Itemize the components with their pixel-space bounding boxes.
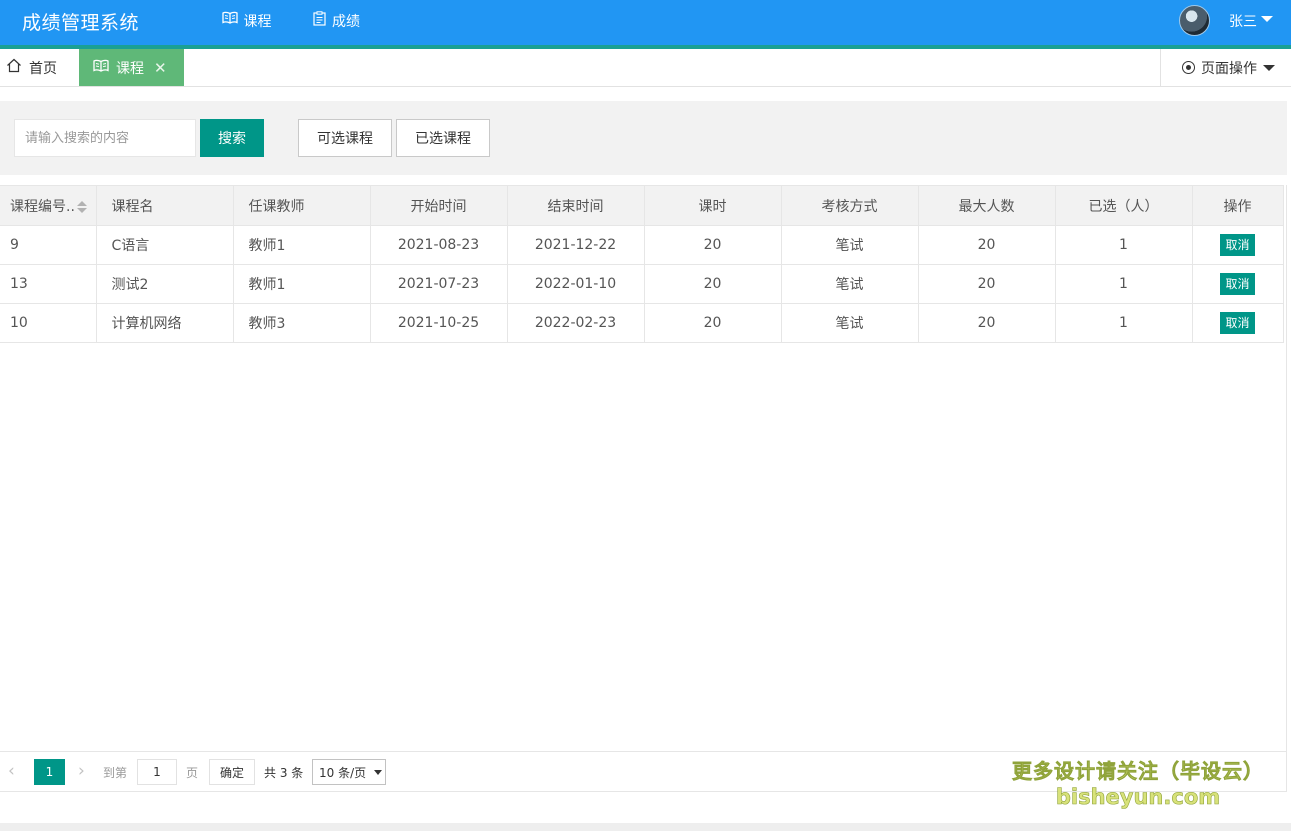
cell-course-id: 9: [0, 225, 97, 265]
watermark-line-1: 更多设计请关注（毕设云）: [1012, 759, 1264, 784]
cell-assessment: 笔试: [781, 303, 919, 343]
column-header-end-date: 结束时间: [507, 185, 645, 226]
caret-down-icon[interactable]: [1261, 16, 1273, 22]
watermark: 更多设计请关注（毕设云） bisheyun.com: [1008, 755, 1268, 810]
cell-max-students: 20: [918, 225, 1056, 265]
tab-label: 课程: [116, 60, 144, 77]
cell-end-date: 2022-02-23: [507, 303, 645, 343]
nav-item-courses[interactable]: 课程: [202, 0, 291, 49]
total-count: 共 3 条: [264, 766, 304, 780]
selected-courses-button[interactable]: 已选课程: [396, 119, 490, 157]
table-row: 13 测试2 教师1 2021-07-23 2022-01-10 20 笔试 2…: [0, 264, 1284, 304]
cell-course-id: 10: [0, 303, 97, 343]
cell-selected-count: 1: [1055, 225, 1193, 265]
nav-item-label: 成绩: [332, 14, 360, 30]
page-suffix-label: 页: [186, 766, 199, 780]
column-header-teacher: 任课教师: [233, 185, 371, 226]
cell-hours: 20: [644, 303, 782, 343]
page-operations-dropdown[interactable]: 页面操作: [1160, 49, 1291, 86]
column-header-hours: 课时: [644, 185, 782, 226]
cancel-button[interactable]: 取消: [1220, 234, 1255, 256]
cell-course-name: C语言: [96, 225, 234, 265]
search-button[interactable]: 搜索: [200, 119, 264, 157]
goto-page-input[interactable]: [137, 759, 177, 785]
search-toolbar: 搜索 可选课程 已选课程: [0, 101, 1287, 175]
target-icon: [1182, 61, 1195, 74]
cell-end-date: 2022-01-10: [507, 264, 645, 304]
bottom-bar: [0, 823, 1291, 831]
column-header-course-id[interactable]: 课程编号..: [0, 185, 97, 226]
cell-start-date: 2021-08-23: [370, 225, 508, 265]
cell-selected-count: 1: [1055, 303, 1193, 343]
column-header-assessment: 考核方式: [781, 185, 919, 226]
cell-assessment: 笔试: [781, 264, 919, 304]
table-row: 10 计算机网络 教师3 2021-10-25 2022-02-23 20 笔试…: [0, 303, 1284, 343]
book-open-icon: [93, 59, 109, 76]
page-operations-label: 页面操作: [1201, 60, 1257, 77]
cell-start-date: 2021-10-25: [370, 303, 508, 343]
cell-actions: 取消: [1192, 303, 1284, 343]
cell-teacher: 教师3: [233, 303, 371, 343]
cell-actions: 取消: [1192, 225, 1284, 265]
cell-end-date: 2021-12-22: [507, 225, 645, 265]
course-table: 课程编号.. 课程名 任课教师 开始时间 结束时间 课时 考核方式 最大人数 已…: [0, 185, 1284, 343]
page-number-current[interactable]: 1: [34, 759, 65, 785]
course-table-container: 课程编号.. 课程名 任课教师 开始时间 结束时间 课时 考核方式 最大人数 已…: [0, 185, 1287, 792]
table-header-row: 课程编号.. 课程名 任课教师 开始时间 结束时间 课时 考核方式 最大人数 已…: [0, 185, 1284, 226]
column-header-actions: 操作: [1192, 185, 1284, 226]
cell-assessment: 笔试: [781, 225, 919, 265]
cancel-button[interactable]: 取消: [1220, 273, 1255, 295]
nav-item-grades[interactable]: 成绩: [299, 0, 374, 49]
caret-down-icon: [1263, 64, 1275, 71]
cell-teacher: 教师1: [233, 264, 371, 304]
table-row: 9 C语言 教师1 2021-08-23 2021-12-22 20 笔试 20…: [0, 225, 1284, 265]
cell-teacher: 教师1: [233, 225, 371, 265]
cell-hours: 20: [644, 225, 782, 265]
avatar[interactable]: [1179, 5, 1210, 36]
close-icon[interactable]: ✕: [154, 59, 167, 77]
user-name[interactable]: 张三: [1229, 11, 1257, 31]
cell-max-students: 20: [918, 303, 1056, 343]
tab-home[interactable]: 首页: [0, 49, 79, 86]
sort-icon[interactable]: [76, 200, 87, 213]
clipboard-icon: [313, 11, 326, 30]
caret-down-icon: [374, 769, 383, 775]
search-input[interactable]: [14, 119, 196, 157]
cell-course-id: 13: [0, 264, 97, 304]
tab-label: 首页: [29, 60, 57, 77]
page-size-select[interactable]: 10 条/页: [312, 759, 386, 785]
book-open-icon: [221, 11, 238, 28]
cell-actions: 取消: [1192, 264, 1284, 304]
cell-start-date: 2021-07-23: [370, 264, 508, 304]
column-header-start-date: 开始时间: [370, 185, 508, 226]
chevron-right-icon[interactable]: ›: [78, 761, 85, 781]
cell-selected-count: 1: [1055, 264, 1193, 304]
top-header: 成绩管理系统 课程 成绩 张三: [0, 0, 1291, 49]
cell-course-name: 测试2: [96, 264, 234, 304]
nav-item-label: 课程: [243, 14, 272, 30]
cell-max-students: 20: [918, 264, 1056, 304]
optional-courses-button[interactable]: 可选课程: [298, 119, 392, 157]
page-size-value: 10 条/页: [319, 765, 367, 780]
goto-confirm-button[interactable]: 确定: [209, 759, 255, 785]
home-icon: [6, 58, 22, 77]
cell-hours: 20: [644, 264, 782, 304]
column-header-selected-count: 已选（人）: [1055, 185, 1193, 226]
tab-bar: 首页 课程 ✕ 页面操作: [0, 49, 1291, 87]
column-header-course-name: 课程名: [96, 185, 234, 226]
cell-course-name: 计算机网络: [96, 303, 234, 343]
watermark-line-2: bisheyun.com: [1055, 785, 1221, 810]
chevron-left-icon[interactable]: ‹: [8, 761, 15, 781]
goto-label: 到第: [103, 766, 128, 780]
column-header-max-students: 最大人数: [918, 185, 1056, 226]
app-title: 成绩管理系统: [22, 12, 140, 34]
tab-courses[interactable]: 课程 ✕: [79, 49, 184, 86]
cancel-button[interactable]: 取消: [1220, 312, 1255, 334]
